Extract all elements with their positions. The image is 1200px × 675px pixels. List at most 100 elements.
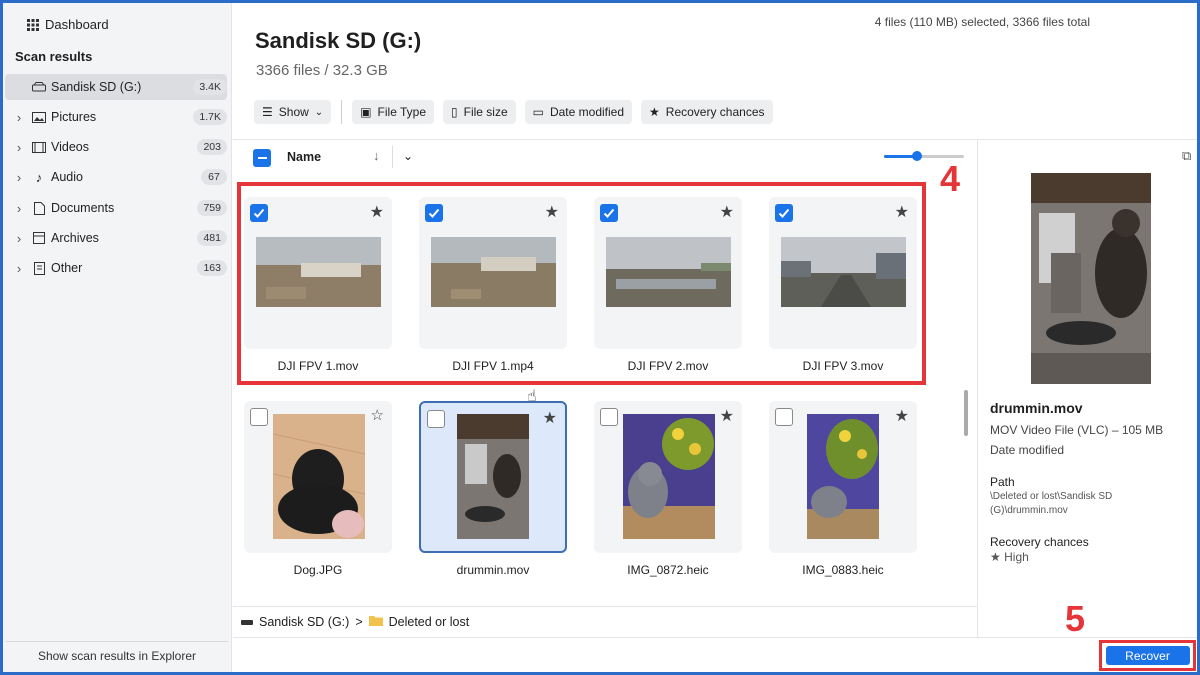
file-checkbox[interactable]	[775, 408, 793, 426]
preview-file-name: drummin.mov	[990, 400, 1083, 416]
sidebar-item-label: Pictures	[51, 110, 97, 124]
divider	[341, 100, 343, 124]
star-icon[interactable]: ★	[543, 408, 557, 428]
name-column-header[interactable]: Name	[287, 150, 321, 164]
file-checkbox[interactable]	[600, 408, 618, 426]
sidebar-item-label: Audio	[51, 170, 83, 184]
sidebar: Dashboard Scan results › Sandisk SD (G:)…	[3, 3, 232, 672]
chevron-down-icon[interactable]: ⌄	[403, 149, 413, 163]
sidebar-item-label: Documents	[51, 201, 115, 215]
sidebar-item-label: Other	[51, 261, 83, 275]
count-badge: 203	[197, 139, 227, 155]
scrollbar[interactable]	[964, 390, 968, 436]
open-external-icon[interactable]: ⧉	[1182, 148, 1191, 164]
highlight-box-step-4	[237, 182, 926, 385]
sidebar-item-pictures[interactable]: › Pictures 1.7K	[5, 104, 227, 130]
filter-bar: ☰ Show ⌄ ▣ File Type ▯ File size ▭ Date …	[254, 100, 773, 124]
filter-label: Date modified	[549, 105, 625, 119]
recovery-chances-filter-button[interactable]: ★ Recovery chances	[641, 100, 773, 124]
filter-label: File Type	[377, 105, 426, 119]
highlight-box-step-5: Recover	[1099, 640, 1196, 671]
zoom-slider-handle[interactable]	[912, 151, 922, 161]
show-filter-button[interactable]: ☰ Show ⌄	[254, 100, 332, 124]
sidebar-dashboard[interactable]: Dashboard	[27, 17, 109, 32]
image-icon: ▣	[360, 105, 372, 119]
divider	[392, 146, 393, 168]
page-title: Sandisk SD (G:)	[255, 28, 422, 53]
file-name: IMG_0883.heic	[802, 563, 884, 577]
count-badge: 481	[197, 230, 227, 246]
sort-arrow-icon[interactable]: ↓	[373, 148, 380, 163]
star-icon[interactable]: ★	[895, 406, 909, 426]
file-checkbox[interactable]	[250, 408, 268, 426]
sidebar-item-drive[interactable]: › Sandisk SD (G:) 3.4K	[5, 74, 227, 100]
documents-icon	[31, 201, 47, 215]
document-icon: ▯	[451, 105, 458, 119]
photo-thumbnail	[807, 414, 879, 539]
file-name: drummin.mov	[456, 563, 530, 577]
count-badge: 1.7K	[193, 109, 227, 125]
preview-recovery-value: ★ High	[990, 550, 1029, 564]
status-bar	[233, 637, 1197, 672]
file-card-selected[interactable]: ★	[419, 401, 567, 553]
sidebar-item-archives[interactable]: › Archives 481	[5, 225, 227, 251]
file-size-filter-button[interactable]: ▯ File size	[443, 100, 516, 124]
preview-date-label: Date modified	[990, 443, 1065, 457]
chevron-right-icon[interactable]: ›	[11, 201, 27, 216]
preview-path-value: \Deleted or lost\Sandisk SD (G)\drummin.…	[990, 491, 1113, 516]
sidebar-item-other[interactable]: › Other 163	[5, 255, 227, 281]
breadcrumb: Sandisk SD (G:) > Deleted or lost	[233, 606, 977, 637]
sidebar-item-videos[interactable]: › Videos 203	[5, 134, 227, 160]
show-in-explorer-button[interactable]: Show scan results in Explorer	[6, 641, 228, 669]
star-icon: ★	[649, 105, 660, 119]
filter-label: Show	[278, 105, 309, 119]
file-name: IMG_0872.heic	[627, 563, 709, 577]
video-thumbnail	[457, 414, 529, 539]
selection-status: 4 files (110 MB) selected, 3366 files to…	[874, 15, 1090, 29]
file-card[interactable]: ★	[769, 401, 917, 553]
recovery-value-text: High	[1004, 550, 1029, 564]
audio-icon: ♪	[35, 169, 43, 185]
folder-icon	[368, 615, 383, 629]
recover-button[interactable]: Recover	[1105, 646, 1190, 665]
filter-label: File size	[463, 105, 508, 119]
star-icon[interactable]: ★	[720, 406, 734, 426]
sidebar-item-label: Archives	[51, 231, 99, 245]
other-icon	[31, 261, 47, 275]
preview-file-type: MOV Video File (VLC) – 105 MB	[990, 423, 1164, 437]
sidebar-item-documents[interactable]: › Documents 759	[5, 195, 227, 221]
chevron-right-icon[interactable]: ›	[11, 170, 27, 185]
sidebar-item-label: Sandisk SD (G:)	[51, 80, 142, 94]
sidebar-item-label: Videos	[51, 140, 89, 154]
file-card[interactable]: ★	[594, 401, 742, 553]
breadcrumb-drive[interactable]: Sandisk SD (G:)	[259, 615, 349, 629]
chevron-right-icon[interactable]: ›	[11, 110, 27, 125]
photo-thumbnail	[273, 414, 365, 539]
count-badge: 3.4K	[193, 79, 227, 95]
preview-recovery-label: Recovery chances	[990, 535, 1089, 549]
archives-icon	[31, 231, 47, 245]
count-badge: 163	[197, 260, 227, 276]
file-checkbox[interactable]	[427, 410, 445, 428]
select-all-checkbox[interactable]	[253, 149, 271, 167]
chevron-right-icon[interactable]: ›	[11, 231, 27, 246]
count-badge: 759	[197, 200, 227, 216]
drive-icon	[31, 80, 47, 94]
chevron-right-icon[interactable]: ›	[11, 261, 27, 276]
count-badge: 67	[201, 169, 227, 185]
dashboard-icon	[27, 18, 39, 31]
chevron-right-icon[interactable]: ›	[11, 140, 27, 155]
preview-image	[1031, 173, 1151, 384]
file-type-filter-button[interactable]: ▣ File Type	[352, 100, 434, 124]
videos-icon	[31, 140, 47, 154]
sliders-icon: ☰	[262, 105, 273, 119]
step-4-label: 4	[940, 158, 961, 199]
star-icon: ★	[990, 550, 1001, 564]
file-card[interactable]: ☆	[244, 401, 392, 553]
date-modified-filter-button[interactable]: ▭ Date modified	[524, 100, 633, 124]
dashboard-label: Dashboard	[45, 17, 109, 32]
star-outline-icon[interactable]: ☆	[371, 406, 384, 424]
breadcrumb-folder[interactable]: Deleted or lost	[389, 615, 470, 629]
sidebar-item-audio[interactable]: › ♪ Audio 67	[5, 164, 227, 190]
breadcrumb-separator: >	[355, 615, 363, 629]
